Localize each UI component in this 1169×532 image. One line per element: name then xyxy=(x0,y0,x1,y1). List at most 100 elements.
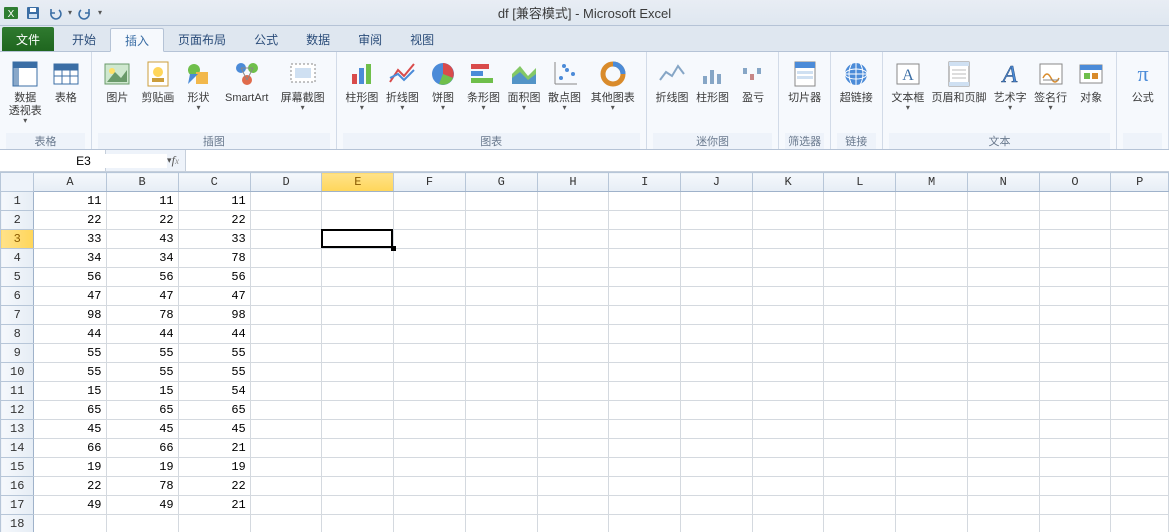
cell-O4[interactable] xyxy=(1039,249,1111,268)
cell-H15[interactable] xyxy=(537,458,609,477)
cell-I10[interactable] xyxy=(609,363,681,382)
column-header-A[interactable]: A xyxy=(34,173,106,192)
cell-E1[interactable] xyxy=(322,192,394,211)
cell-K10[interactable] xyxy=(752,363,824,382)
cell-G7[interactable] xyxy=(465,306,537,325)
cell-A9[interactable]: 55 xyxy=(34,344,106,363)
cell-B4[interactable]: 34 xyxy=(106,249,178,268)
cell-L11[interactable] xyxy=(824,382,896,401)
cell-J2[interactable] xyxy=(681,211,753,230)
cell-E16[interactable] xyxy=(322,477,394,496)
fx-icon[interactable]: fx xyxy=(172,153,179,168)
redo-icon[interactable] xyxy=(76,4,94,22)
cell-J10[interactable] xyxy=(681,363,753,382)
cell-I9[interactable] xyxy=(609,344,681,363)
row-header-2[interactable]: 2 xyxy=(1,211,34,230)
column-header-M[interactable]: M xyxy=(896,173,968,192)
cell-F10[interactable] xyxy=(394,363,466,382)
cell-N17[interactable] xyxy=(967,496,1039,515)
cell-B15[interactable]: 19 xyxy=(106,458,178,477)
cell-B7[interactable]: 78 xyxy=(106,306,178,325)
tab-6[interactable]: 视图 xyxy=(396,27,448,51)
cell-C15[interactable]: 19 xyxy=(178,458,250,477)
cell-I4[interactable] xyxy=(609,249,681,268)
tab-3[interactable]: 公式 xyxy=(240,27,292,51)
cell-B11[interactable]: 15 xyxy=(106,382,178,401)
cell-N15[interactable] xyxy=(967,458,1039,477)
cell-O12[interactable] xyxy=(1039,401,1111,420)
pie-chart-button[interactable]: 饼图▾ xyxy=(424,56,463,114)
row-header-1[interactable]: 1 xyxy=(1,192,34,211)
tab-5[interactable]: 审阅 xyxy=(344,27,396,51)
cell-I7[interactable] xyxy=(609,306,681,325)
row-header-13[interactable]: 13 xyxy=(1,420,34,439)
cell-F5[interactable] xyxy=(394,268,466,287)
cell-B10[interactable]: 55 xyxy=(106,363,178,382)
cell-C13[interactable]: 45 xyxy=(178,420,250,439)
cell-D15[interactable] xyxy=(250,458,322,477)
cell-A4[interactable]: 34 xyxy=(34,249,106,268)
cell-A16[interactable]: 22 xyxy=(34,477,106,496)
cell-E2[interactable] xyxy=(322,211,394,230)
cell-B17[interactable]: 49 xyxy=(106,496,178,515)
cell-B8[interactable]: 44 xyxy=(106,325,178,344)
cell-A18[interactable] xyxy=(34,515,106,532)
cell-P9[interactable] xyxy=(1111,344,1169,363)
cell-L3[interactable] xyxy=(824,230,896,249)
other-charts-button[interactable]: 其他图表▾ xyxy=(586,56,640,114)
cell-N12[interactable] xyxy=(967,401,1039,420)
cell-J15[interactable] xyxy=(681,458,753,477)
cell-J6[interactable] xyxy=(681,287,753,306)
cell-D11[interactable] xyxy=(250,382,322,401)
picture-button[interactable]: 图片 xyxy=(98,56,137,107)
cell-H3[interactable] xyxy=(537,230,609,249)
cell-B1[interactable]: 11 xyxy=(106,192,178,211)
cell-L16[interactable] xyxy=(824,477,896,496)
cell-N9[interactable] xyxy=(967,344,1039,363)
cell-H12[interactable] xyxy=(537,401,609,420)
object-button[interactable]: 对象 xyxy=(1072,56,1111,107)
row-header-14[interactable]: 14 xyxy=(1,439,34,458)
cell-I6[interactable] xyxy=(609,287,681,306)
cell-C8[interactable]: 44 xyxy=(178,325,250,344)
cell-P13[interactable] xyxy=(1111,420,1169,439)
cell-P4[interactable] xyxy=(1111,249,1169,268)
cell-K11[interactable] xyxy=(752,382,824,401)
cell-G16[interactable] xyxy=(465,477,537,496)
cell-M9[interactable] xyxy=(896,344,968,363)
cell-M17[interactable] xyxy=(896,496,968,515)
cell-C7[interactable]: 98 xyxy=(178,306,250,325)
cell-L9[interactable] xyxy=(824,344,896,363)
cell-E6[interactable] xyxy=(322,287,394,306)
cell-C3[interactable]: 33 xyxy=(178,230,250,249)
cell-F12[interactable] xyxy=(394,401,466,420)
line-chart-button[interactable]: 折线图▾ xyxy=(383,56,422,114)
cell-E12[interactable] xyxy=(322,401,394,420)
cell-E3[interactable] xyxy=(322,230,394,249)
cell-N18[interactable] xyxy=(967,515,1039,532)
cell-M2[interactable] xyxy=(896,211,968,230)
cell-P8[interactable] xyxy=(1111,325,1169,344)
cell-F1[interactable] xyxy=(394,192,466,211)
cell-D16[interactable] xyxy=(250,477,322,496)
cell-D17[interactable] xyxy=(250,496,322,515)
cell-C9[interactable]: 55 xyxy=(178,344,250,363)
cell-J18[interactable] xyxy=(681,515,753,532)
table-button[interactable]: 表格 xyxy=(47,56,86,107)
smartart-button[interactable]: SmartArt xyxy=(220,56,274,107)
cell-O7[interactable] xyxy=(1039,306,1111,325)
cell-L18[interactable] xyxy=(824,515,896,532)
cell-H16[interactable] xyxy=(537,477,609,496)
cell-N7[interactable] xyxy=(967,306,1039,325)
cell-K4[interactable] xyxy=(752,249,824,268)
cell-K3[interactable] xyxy=(752,230,824,249)
cell-M14[interactable] xyxy=(896,439,968,458)
cell-E11[interactable] xyxy=(322,382,394,401)
cell-I18[interactable] xyxy=(609,515,681,532)
cell-P18[interactable] xyxy=(1111,515,1169,532)
cell-G13[interactable] xyxy=(465,420,537,439)
cell-M7[interactable] xyxy=(896,306,968,325)
cell-K6[interactable] xyxy=(752,287,824,306)
file-tab[interactable]: 文件 xyxy=(2,27,54,51)
cell-J13[interactable] xyxy=(681,420,753,439)
